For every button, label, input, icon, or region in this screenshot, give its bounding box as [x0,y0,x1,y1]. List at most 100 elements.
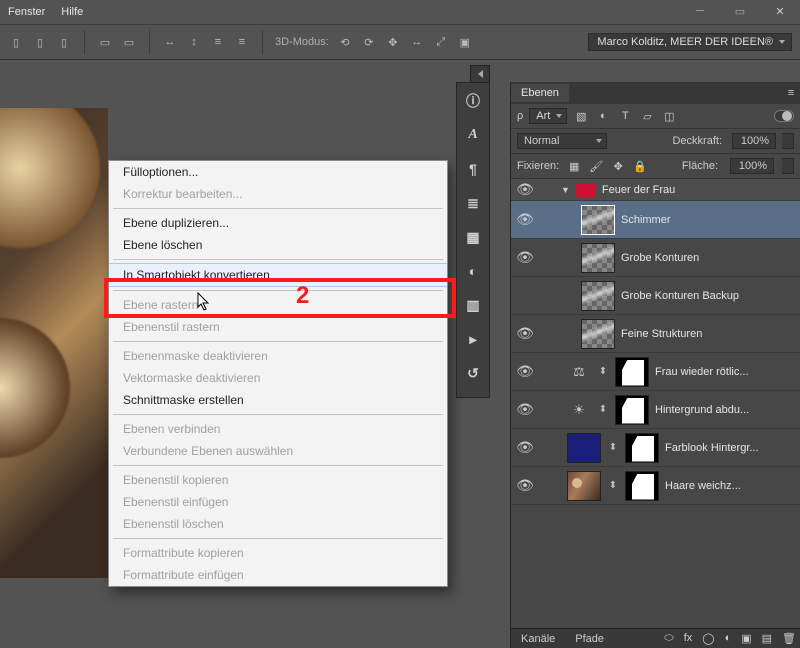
align-left-icon[interactable]: ▯ [8,34,24,50]
visibility-toggle[interactable]: 👁 [515,363,535,380]
layer-name[interactable]: Farblook Hintergr... [665,442,759,454]
tab-ebenen[interactable]: Ebenen [511,84,569,102]
3d-roll-icon[interactable]: ⟳ [361,34,377,50]
lock-all-icon[interactable]: 🔒 [633,159,647,173]
spacing3-icon[interactable]: ≡ [210,34,226,50]
layer-name[interactable]: Feuer der Frau [602,184,675,196]
ctx-fill-options[interactable]: Fülloptionen... [109,161,447,183]
info-panel-icon[interactable]: ⓘ [463,91,483,111]
layer-thumbnail[interactable] [567,471,601,501]
layer-grobe-backup[interactable]: Grobe Konturen Backup [511,277,800,315]
fill-stepper[interactable] [782,158,794,174]
visibility-toggle[interactable]: 👁 [515,181,535,198]
maximize-button[interactable]: ▭ [720,0,760,22]
opacity-stepper[interactable] [782,133,794,149]
ctx-create-clipping-mask[interactable]: Schnittmaske erstellen [109,389,447,411]
opacity-field[interactable]: 100% [732,133,776,149]
group-collapse-icon[interactable]: ▼ [561,185,570,195]
lock-transparency-icon[interactable]: ▦ [567,159,581,173]
menu-help[interactable]: Hilfe [61,6,83,18]
layer-haare[interactable]: 👁 ⬍ Haare weichz... [511,467,800,505]
layer-style-icon[interactable]: fx [684,632,693,645]
adjustments-panel-icon[interactable]: ▥ [463,295,483,315]
new-group-icon[interactable]: ▣ [741,632,751,645]
lock-pixels-icon[interactable]: 🖌 [589,159,603,173]
visibility-toggle[interactable]: 👁 [515,401,535,418]
filter-pixel-icon[interactable]: ▧ [573,108,589,124]
layer-name[interactable]: Grobe Konturen [621,252,699,264]
visibility-toggle[interactable]: 👁 [515,249,535,266]
visibility-toggle[interactable]: 👁 [515,439,535,456]
close-button[interactable]: ✕ [760,0,800,22]
new-layer-icon[interactable]: ▤ [762,632,772,645]
dock-expand-button[interactable] [470,65,490,83]
layer-farblook[interactable]: 👁 ⬍ Farblook Hintergr... [511,429,800,467]
layers-list[interactable]: 👁 ▼ Feuer der Frau 👁 Schimmer 👁 Grobe Ko… [511,179,800,628]
filter-toggle[interactable] [774,110,794,122]
visibility-toggle[interactable]: 👁 [515,211,535,228]
ctx-delete-layer[interactable]: Ebene löschen [109,234,447,256]
layer-thumbnail[interactable] [567,433,601,463]
layer-mask-thumbnail[interactable] [625,471,659,501]
history-panel-icon[interactable]: ↺ [463,363,483,383]
workspace-selector[interactable]: Marco Kolditz, MEER DER IDEEN® [588,33,792,51]
fill-field[interactable]: 100% [730,158,774,174]
layer-feine-strturukturen[interactable]: 👁 Feine Strukturen [511,315,800,353]
spacing2-icon[interactable]: ↕ [186,34,202,50]
layer-grobe-konturen[interactable]: 👁 Grobe Konturen [511,239,800,277]
layer-name[interactable]: Grobe Konturen Backup [621,290,739,302]
menu-window[interactable]: Fenster [8,6,45,18]
3d-slide-icon[interactable]: ↔ [409,34,425,50]
new-fill-icon[interactable]: ◐ [725,632,732,645]
3d-zoom-icon[interactable]: ⤢ [433,34,449,50]
3d-camera-icon[interactable]: ▣ [457,34,473,50]
distribute-h-icon[interactable]: ▭ [97,34,113,50]
layer-thumbnail[interactable] [581,319,615,349]
layer-hintergrund-abdu[interactable]: 👁 ☀ ⬍ Hintergrund abdu... [511,391,800,429]
delete-layer-icon[interactable]: 🗑 [782,632,796,645]
blend-mode-select[interactable]: Normal [517,133,607,149]
layer-name[interactable]: Frau wieder rötlic... [655,366,749,378]
layer-name[interactable]: Hintergrund abdu... [655,404,749,416]
layer-name[interactable]: Feine Strukturen [621,328,702,340]
actions-panel-icon[interactable]: ▸ [463,329,483,349]
swatches-panel-icon[interactable]: ▦ [463,227,483,247]
layer-thumbnail[interactable] [581,281,615,311]
filter-smart-icon[interactable]: ◫ [661,108,677,124]
document-canvas[interactable] [0,108,108,578]
layer-frau-roetlich[interactable]: 👁 ⚖ ⬍ Frau wieder rötlic... [511,353,800,391]
filter-shape-icon[interactable]: ▱ [639,108,655,124]
align-right-icon[interactable]: ▯ [56,34,72,50]
add-mask-icon[interactable]: ◯ [702,632,714,645]
minimize-button[interactable]: ─ [680,0,720,22]
layer-mask-thumbnail[interactable] [615,357,649,387]
3d-pan-icon[interactable]: ✥ [385,34,401,50]
layer-group-feuer[interactable]: 👁 ▼ Feuer der Frau [511,179,800,201]
layer-mask-thumbnail[interactable] [615,395,649,425]
layer-schimmer[interactable]: 👁 Schimmer [511,201,800,239]
layer-thumbnail[interactable] [581,243,615,273]
color-panel-icon[interactable]: ◐ [463,261,483,281]
styles-panel-icon[interactable]: ≣ [463,193,483,213]
layer-name[interactable]: Haare weichz... [665,480,741,492]
panel-menu-button[interactable]: ≡ [782,87,800,99]
tab-kanaele[interactable]: Kanäle [515,631,561,647]
layer-name[interactable]: Schimmer [621,214,671,226]
spacing4-icon[interactable]: ≡ [234,34,250,50]
align-center-icon[interactable]: ▯ [32,34,48,50]
layer-thumbnail[interactable] [581,205,615,235]
visibility-toggle[interactable]: 👁 [515,477,535,494]
3d-orbit-icon[interactable]: ⟲ [337,34,353,50]
layer-mask-thumbnail[interactable] [625,433,659,463]
ctx-duplicate-layer[interactable]: Ebene duplizieren... [109,212,447,234]
spacing-icon[interactable]: ↔ [162,34,178,50]
visibility-toggle[interactable]: 👁 [515,325,535,342]
tab-pfade[interactable]: Pfade [569,631,610,647]
lock-position-icon[interactable]: ✥ [611,159,625,173]
character-panel-icon[interactable]: A [463,125,483,145]
filter-adjust-icon[interactable]: ◐ [595,108,611,124]
filter-kind-select[interactable]: Art [529,108,567,124]
filter-type-icon[interactable]: T [617,108,633,124]
distribute-v-icon[interactable]: ▭ [121,34,137,50]
paragraph-panel-icon[interactable]: ¶ [463,159,483,179]
